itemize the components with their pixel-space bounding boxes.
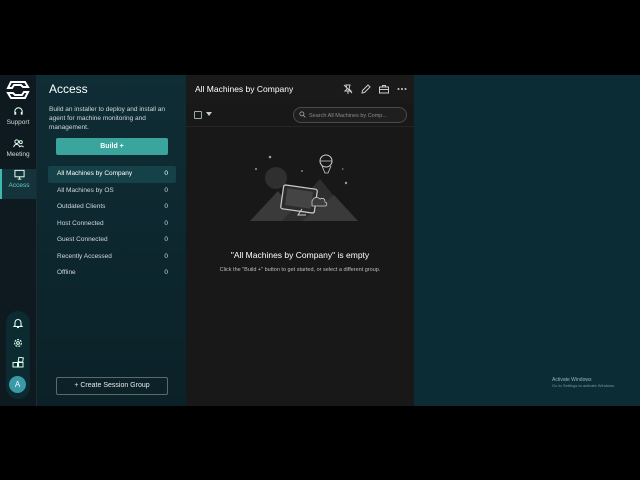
nav-item-all-machines-by-os[interactable]: All Machines by OS 0 — [48, 183, 176, 200]
nav-item-all-machines-by-company[interactable]: All Machines by Company 0 — [48, 166, 176, 183]
empty-state-illustration-icon — [250, 154, 358, 221]
panel-description: Build an installer to deploy and install… — [49, 106, 165, 131]
list-toolbar — [186, 103, 414, 127]
select-all-checkbox[interactable] — [194, 111, 202, 119]
search-icon — [299, 111, 306, 118]
app-logo-icon[interactable] — [6, 79, 30, 101]
rail-label-meeting: Meeting — [6, 151, 30, 158]
nav-item-count: 0 — [164, 186, 168, 194]
search-input[interactable] — [309, 110, 403, 121]
nav-item-recently-accessed[interactable]: Recently Accessed 0 — [48, 249, 176, 266]
rail-item-access[interactable]: Access — [0, 169, 36, 199]
nav-item-label: All Machines by OS — [57, 186, 114, 194]
nav-item-count: 0 — [164, 203, 168, 210]
create-session-group-button[interactable]: + Create Session Group — [56, 377, 168, 395]
build-button[interactable]: Build + — [56, 138, 168, 155]
app-window: Support Meeting Access A Access Build an… — [0, 75, 640, 406]
nav-item-count: 0 — [164, 170, 168, 177]
rail-item-support[interactable]: Support — [0, 106, 36, 136]
rail-label-support: Support — [6, 119, 30, 126]
main-content: All Machines by Company Search All Machi… — [186, 75, 414, 406]
monitor-icon — [13, 169, 25, 180]
chevron-down-icon[interactable] — [206, 112, 212, 116]
rail-item-meeting[interactable]: Meeting — [0, 138, 36, 168]
watermark-line-2: Go to Settings to activate Windows. — [552, 383, 616, 388]
rail-label-access: Access — [8, 182, 30, 189]
rail-bottom-group: A — [6, 311, 30, 399]
empty-state-title: "All Machines by Company" is empty — [230, 250, 370, 260]
nav-item-label: Offline — [57, 269, 76, 276]
bell-icon[interactable] — [12, 317, 24, 329]
main-title: All Machines by Company — [195, 84, 294, 94]
nav-item-count: 0 — [164, 219, 168, 227]
pencil-icon[interactable] — [360, 83, 372, 95]
access-panel: Access Build an installer to deploy and … — [37, 75, 186, 406]
search-box — [293, 107, 407, 123]
nav-item-label: All Machines by Company — [57, 170, 133, 177]
nav-item-count: 0 — [164, 269, 168, 276]
nav-item-label: Guest Connected — [57, 236, 108, 243]
avatar[interactable]: A — [9, 376, 26, 393]
toolbox-icon[interactable] — [378, 83, 390, 95]
pin-off-icon[interactable] — [342, 83, 354, 95]
nav-rail: Support Meeting Access A — [0, 75, 37, 406]
extensions-icon[interactable] — [12, 357, 24, 369]
detail-pane: Activate Windows Go to Settings to activ… — [414, 75, 640, 406]
nav-item-label: Outdated Clients — [57, 203, 106, 210]
nav-item-offline[interactable]: Offline 0 — [48, 265, 176, 282]
panel-title: Access — [49, 82, 88, 96]
headset-icon — [13, 107, 23, 115]
gear-icon[interactable] — [12, 337, 24, 349]
nav-item-guest-connected[interactable]: Guest Connected 0 — [48, 232, 176, 249]
nav-item-label: Recently Accessed — [57, 252, 112, 260]
empty-state-description: Click the "Build +" button to get starte… — [219, 267, 381, 273]
nav-item-host-connected[interactable]: Host Connected 0 — [48, 216, 176, 233]
nav-item-count: 0 — [164, 236, 168, 243]
nav-item-label: Host Connected — [57, 219, 104, 227]
nav-item-count: 0 — [164, 252, 168, 260]
main-header: All Machines by Company — [186, 75, 414, 103]
more-icon[interactable] — [396, 83, 408, 95]
nav-item-outdated-clients[interactable]: Outdated Clients 0 — [48, 199, 176, 216]
people-icon — [12, 139, 24, 148]
session-group-list: All Machines by Company 0 All Machines b… — [48, 166, 176, 282]
activation-watermark: Activate Windows Go to Settings to activ… — [552, 377, 615, 389]
